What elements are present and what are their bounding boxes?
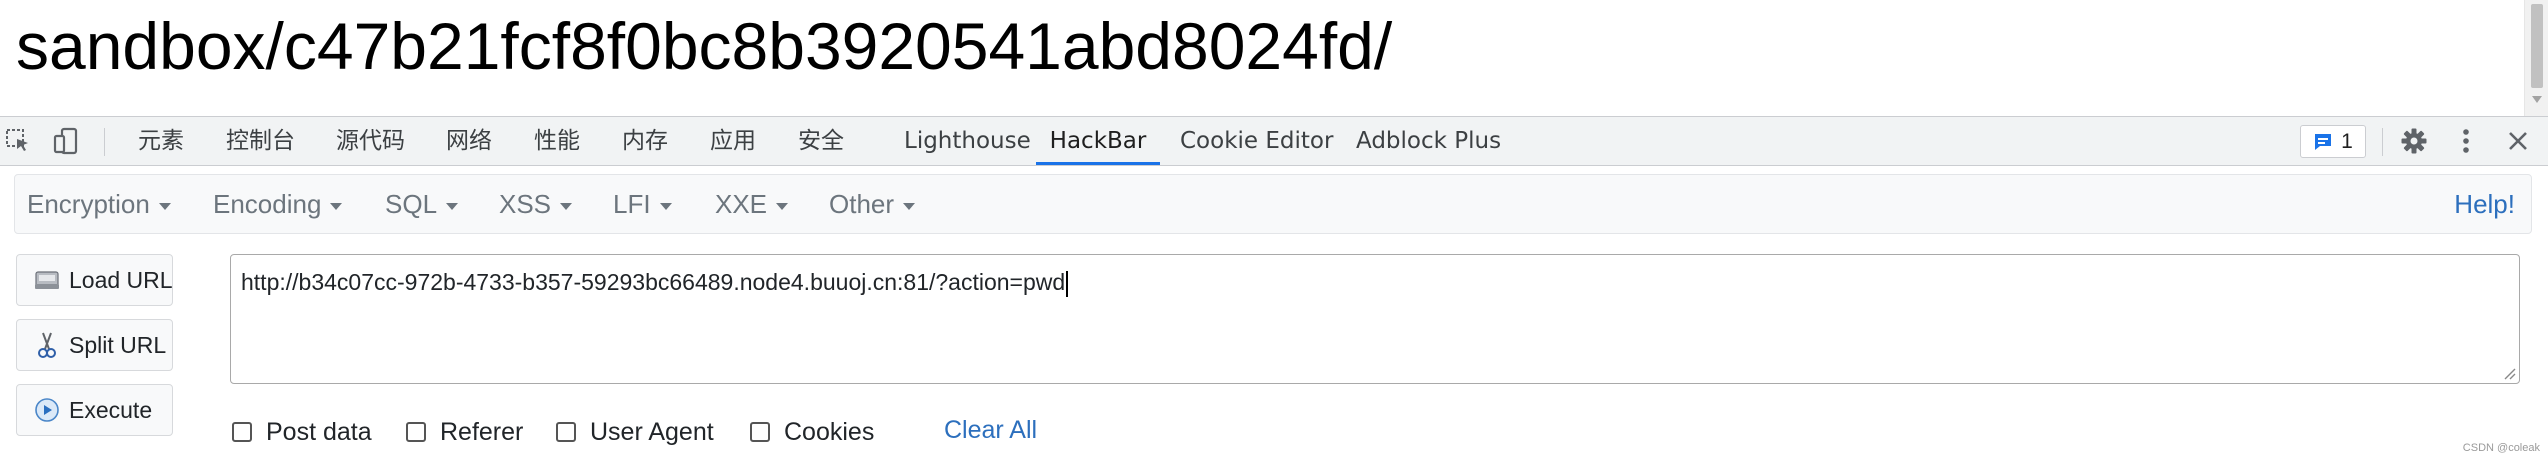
tab-console[interactable]: 控制台 xyxy=(226,117,295,165)
post-data-label: Post data xyxy=(266,417,372,446)
settings-gear-icon[interactable] xyxy=(2398,125,2430,157)
post-data-option[interactable]: Post data xyxy=(232,418,372,446)
load-url-icon xyxy=(33,266,61,294)
tab-cookie-editor[interactable]: Cookie Editor xyxy=(1180,117,1333,165)
user-agent-option[interactable]: User Agent xyxy=(556,418,714,446)
post-data-checkbox[interactable] xyxy=(232,422,252,442)
url-value: http://b34c07cc-972b-4733-b357-59293bc66… xyxy=(241,269,1066,295)
cookies-checkbox[interactable] xyxy=(750,422,770,442)
caret-down-icon xyxy=(446,202,459,210)
referer-option[interactable]: Referer xyxy=(406,418,523,446)
tab-performance[interactable]: 性能 xyxy=(534,117,580,165)
tab-network[interactable]: 网络 xyxy=(446,117,492,165)
caret-down-icon xyxy=(560,202,573,210)
load-url-button[interactable]: Load URL xyxy=(16,254,173,306)
url-textarea[interactable]: http://b34c07cc-972b-4733-b357-59293bc66… xyxy=(230,254,2520,384)
referer-checkbox[interactable] xyxy=(406,422,426,442)
close-icon[interactable] xyxy=(2502,125,2534,157)
load-url-label: Load URL xyxy=(69,266,173,293)
play-icon xyxy=(33,396,61,424)
scrollbar-thumb[interactable] xyxy=(2531,4,2543,88)
user-agent-label: User Agent xyxy=(590,417,714,446)
split-url-label: Split URL xyxy=(69,331,167,358)
tab-sources[interactable]: 源代码 xyxy=(336,117,405,165)
inspect-element-icon[interactable] xyxy=(2,125,34,157)
tab-application[interactable]: 应用 xyxy=(710,117,756,165)
tab-adblock-plus[interactable]: Adblock Plus xyxy=(1356,117,1501,165)
caret-down-icon xyxy=(330,202,343,210)
toolbar-separator xyxy=(104,128,105,156)
tab-memory[interactable]: 内存 xyxy=(622,117,668,165)
resize-grip-icon[interactable] xyxy=(2502,366,2516,380)
referer-label: Referer xyxy=(440,417,524,446)
menu-sql[interactable]: SQL xyxy=(385,175,459,233)
menu-encoding[interactable]: Encoding xyxy=(213,175,343,233)
execute-label: Execute xyxy=(69,396,153,423)
kebab-menu-icon[interactable] xyxy=(2450,125,2482,157)
help-link[interactable]: Help! xyxy=(2454,175,2515,233)
issues-icon xyxy=(2315,133,2332,150)
menu-other[interactable]: Other xyxy=(829,175,916,233)
tab-lighthouse[interactable]: Lighthouse xyxy=(904,117,1031,165)
hackbar-menu: Encryption Encoding SQL XSS LFI XXE Othe… xyxy=(14,174,2532,234)
issues-button[interactable]: 1 xyxy=(2300,125,2366,158)
caret-down-icon xyxy=(659,202,672,210)
user-agent-checkbox[interactable] xyxy=(556,422,576,442)
watermark: CSDN @coleak xyxy=(2462,442,2540,454)
cookies-option[interactable]: Cookies xyxy=(750,418,874,446)
execute-button[interactable]: Execute xyxy=(16,384,173,436)
menu-lfi[interactable]: LFI xyxy=(613,175,672,233)
clear-all-link[interactable]: Clear All xyxy=(944,416,1037,445)
text-cursor xyxy=(1066,270,1069,297)
scroll-down-arrow-icon[interactable] xyxy=(2532,96,2542,103)
tab-security[interactable]: 安全 xyxy=(798,117,844,165)
page-scrollbar[interactable] xyxy=(2524,0,2548,116)
menu-xxe[interactable]: XXE xyxy=(715,175,789,233)
caret-down-icon xyxy=(776,202,789,210)
issues-count: 1 xyxy=(2341,129,2353,153)
menu-encryption[interactable]: Encryption xyxy=(27,175,171,233)
caret-down-icon xyxy=(903,202,916,210)
devtools-toolbar: 元素 控制台 源代码 网络 性能 内存 应用 安全 Lighthouse Hac… xyxy=(0,116,2548,166)
tab-hackbar[interactable]: HackBar xyxy=(1036,117,1160,165)
caret-down-icon xyxy=(158,202,171,210)
device-toolbar-icon[interactable] xyxy=(50,125,82,157)
cookies-label: Cookies xyxy=(784,417,875,446)
page-heading: sandbox/c47b21fcf8f0bc8b3920541abd8024fd… xyxy=(16,9,1393,83)
page-content: sandbox/c47b21fcf8f0bc8b3920541abd8024fd… xyxy=(0,0,2548,116)
split-url-button[interactable]: Split URL xyxy=(16,319,173,371)
tab-elements[interactable]: 元素 xyxy=(138,117,184,165)
toolbar-separator xyxy=(2382,128,2383,156)
menu-xss[interactable]: XSS xyxy=(499,175,573,233)
scissors-icon xyxy=(33,331,61,359)
